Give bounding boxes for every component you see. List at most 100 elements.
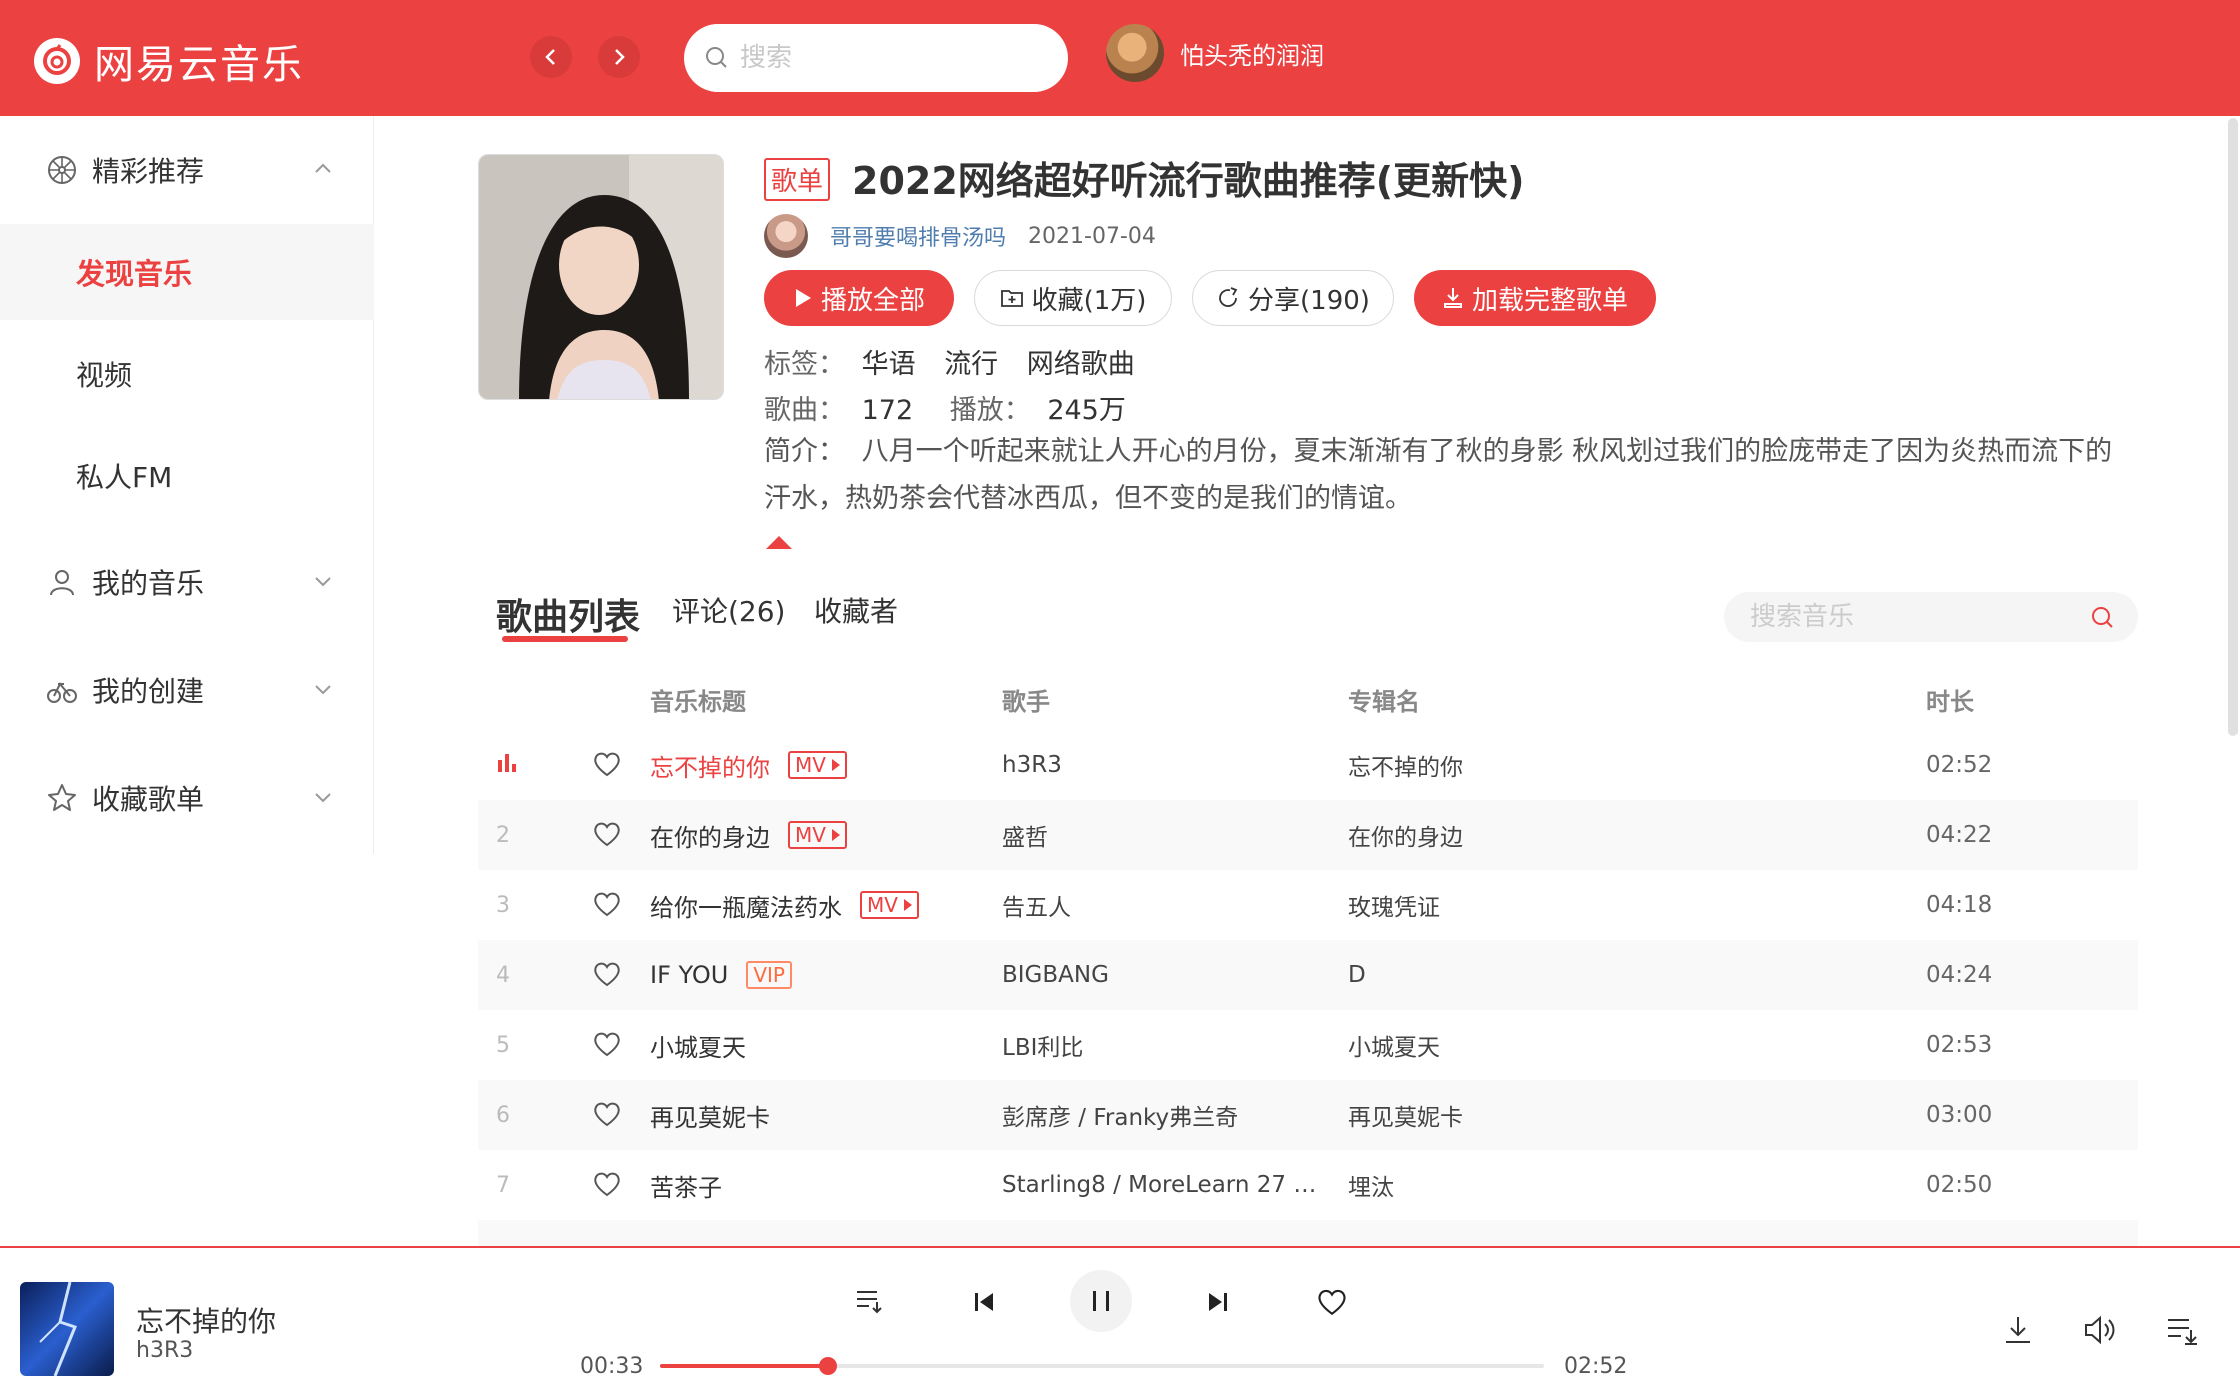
song-album[interactable]: 再见莫妮卡 <box>1348 1098 1463 1132</box>
mv-badge-label: MV <box>795 823 826 847</box>
column-header-album[interactable]: 专辑名 <box>1348 682 1420 717</box>
now-playing-artist[interactable]: h3R3 <box>136 1338 193 1363</box>
play-mode-button[interactable] <box>852 1284 888 1320</box>
like-button[interactable] <box>1314 1284 1350 1320</box>
table-row[interactable]: 6 再见莫妮卡 彭席彦 / Franky弗兰奇 再见莫妮卡 03:00 <box>478 1080 2138 1150</box>
column-header-duration[interactable]: 时长 <box>1926 682 1974 717</box>
mv-badge[interactable]: MV <box>788 751 847 779</box>
tag-link[interactable]: 华语 <box>862 349 916 380</box>
table-row[interactable]: 7 苦茶子 Starling8 / MoreLearn 27 / Fl… 埋汰 … <box>478 1150 2138 1220</box>
songs-count: 172 <box>861 395 914 426</box>
volume-icon <box>2085 1315 2115 1345</box>
table-row[interactable]: 忘不掉的你 MV h3R3 忘不掉的你 02:52 <box>478 730 2138 800</box>
like-heart-icon[interactable] <box>592 1100 622 1132</box>
song-album[interactable]: D <box>1348 962 1366 988</box>
global-search[interactable] <box>684 24 1068 92</box>
song-artist[interactable]: 彭席彦 / Franky弗兰奇 <box>1002 1098 1322 1132</box>
previous-button[interactable] <box>968 1286 1000 1318</box>
forward-button[interactable] <box>598 36 640 78</box>
song-artist[interactable]: Starling8 / MoreLearn 27 / Fl… <box>1002 1172 1322 1198</box>
song-duration: 04:18 <box>1926 892 1993 918</box>
download-box-icon <box>1442 286 1464 310</box>
song-album[interactable]: 在你的身边 <box>1348 818 1463 852</box>
user-profile[interactable]: 怕头秃的润润 <box>1106 24 1324 82</box>
like-heart-icon[interactable] <box>592 890 622 922</box>
sidebar-group-collected[interactable]: 收藏歌单 <box>0 758 374 838</box>
song-duration: 04:22 <box>1926 822 1993 848</box>
playlist-queue-button[interactable] <box>2162 1310 2202 1350</box>
song-album[interactable]: 小城夏天 <box>1348 1028 1440 1062</box>
song-artist[interactable]: h3R3 <box>1002 752 1322 778</box>
like-heart-icon[interactable] <box>592 820 622 852</box>
vip-badge-label: VIP <box>753 963 785 987</box>
total-time: 02:52 <box>1564 1354 1628 1379</box>
like-heart-icon[interactable] <box>592 1030 622 1062</box>
song-artist[interactable]: BIGBANG <box>1002 962 1322 988</box>
creator-avatar[interactable] <box>764 214 808 258</box>
song-album[interactable]: 埋汰 <box>1348 1168 1394 1202</box>
now-playing-title[interactable]: 忘不掉的你 <box>136 1300 276 1340</box>
folder-add-icon <box>1000 287 1024 309</box>
app-logo[interactable]: 网易云音乐 <box>34 32 304 90</box>
sidebar-group-label: 精彩推荐 <box>92 155 205 188</box>
intro-text: 八月一个听起来就让人开心的月份，夏末渐渐有了秋的身影 秋风划过我们的脸庞带走了因… <box>764 436 2113 514</box>
like-heart-icon[interactable] <box>592 960 622 992</box>
song-title-text: 给你一瓶魔法药水 <box>650 893 842 922</box>
playlist-intro: 简介： 八月一个听起来就让人开心的月份，夏末渐渐有了秋的身影 秋风划过我们的脸庞… <box>764 428 2134 522</box>
song-title-text: 苦茶子 <box>650 1173 722 1202</box>
play-all-button[interactable]: 播放全部 <box>764 270 954 326</box>
tag-link[interactable]: 流行 <box>944 349 998 380</box>
pause-button[interactable] <box>1070 1270 1132 1332</box>
song-duration: 02:52 <box>1926 752 1993 778</box>
progress-bar[interactable] <box>660 1357 1544 1375</box>
table-row[interactable]: 4 IF YOU VIP BIGBANG D 04:24 <box>478 940 2138 1010</box>
sidebar-item-video[interactable]: 视频 <box>0 326 374 422</box>
collapse-intro-icon[interactable] <box>766 536 792 549</box>
sidebar-group-my-created[interactable]: 我的创建 <box>0 650 374 730</box>
user-avatar[interactable] <box>1106 24 1164 82</box>
mv-badge[interactable]: MV <box>860 891 919 919</box>
collect-label: 收藏(1万) <box>1031 285 1147 316</box>
sidebar-item-fm[interactable]: 私人FM <box>0 428 374 524</box>
back-button[interactable] <box>530 36 572 78</box>
song-artist[interactable]: 告五人 <box>1002 888 1322 922</box>
song-album[interactable]: 忘不掉的你 <box>1348 748 1463 782</box>
download-button[interactable] <box>1998 1310 2038 1350</box>
song-index: 7 <box>496 1172 510 1198</box>
column-header-artist[interactable]: 歌手 <box>1002 682 1050 717</box>
table-row[interactable]: 5 小城夏天 LBI利比 小城夏天 02:53 <box>478 1010 2138 1080</box>
table-row-partial[interactable] <box>478 1220 2138 1246</box>
collect-button[interactable]: 收藏(1万) <box>974 270 1172 326</box>
load-full-playlist-button[interactable]: 加载完整歌单 <box>1414 270 1656 326</box>
tab-collectors[interactable]: 收藏者 <box>814 590 898 630</box>
global-search-input[interactable] <box>740 43 1040 73</box>
now-playing-cover[interactable] <box>20 1282 114 1376</box>
playlist-search[interactable] <box>1724 592 2138 642</box>
volume-button[interactable] <box>2080 1310 2120 1350</box>
playlist-search-input[interactable] <box>1750 602 2080 632</box>
mv-badge[interactable]: MV <box>788 821 847 849</box>
song-artist[interactable]: 盛哲 <box>1002 818 1322 852</box>
tab-song-list[interactable]: 歌曲列表 <box>496 588 640 640</box>
song-album[interactable]: 玫瑰凭证 <box>1348 888 1440 922</box>
sidebar-group-recommend[interactable]: 精彩推荐 <box>0 130 374 210</box>
progress-handle[interactable] <box>818 1357 837 1375</box>
user-name[interactable]: 怕头秃的润润 <box>1180 36 1324 71</box>
column-header-title[interactable]: 音乐标题 <box>650 682 746 717</box>
sidebar-group-label: 我的创建 <box>92 675 205 708</box>
tab-comments[interactable]: 评论(26) <box>672 590 785 630</box>
like-heart-icon[interactable] <box>592 1170 622 1202</box>
sidebar-group-my-music[interactable]: 我的音乐 <box>0 542 374 622</box>
tag-link[interactable]: 网络歌曲 <box>1027 349 1135 380</box>
next-button[interactable] <box>1202 1286 1234 1318</box>
sidebar-item-discover[interactable]: 发现音乐 <box>0 224 374 320</box>
playlist-stats: 歌曲： 172 播放： 245万 <box>764 388 1126 427</box>
song-artist[interactable]: LBI利比 <box>1002 1028 1322 1062</box>
share-button[interactable]: 分享(190) <box>1192 270 1394 326</box>
creator-name[interactable]: 哥哥要喝排骨汤吗 <box>830 220 1006 252</box>
page-scrollbar[interactable] <box>2228 118 2238 736</box>
like-heart-icon[interactable] <box>592 750 622 782</box>
table-row[interactable]: 2 在你的身边 MV 盛哲 在你的身边 04:22 <box>478 800 2138 870</box>
mv-badge-label: MV <box>795 753 826 777</box>
table-row[interactable]: 3 给你一瓶魔法药水 MV 告五人 玫瑰凭证 04:18 <box>478 870 2138 940</box>
